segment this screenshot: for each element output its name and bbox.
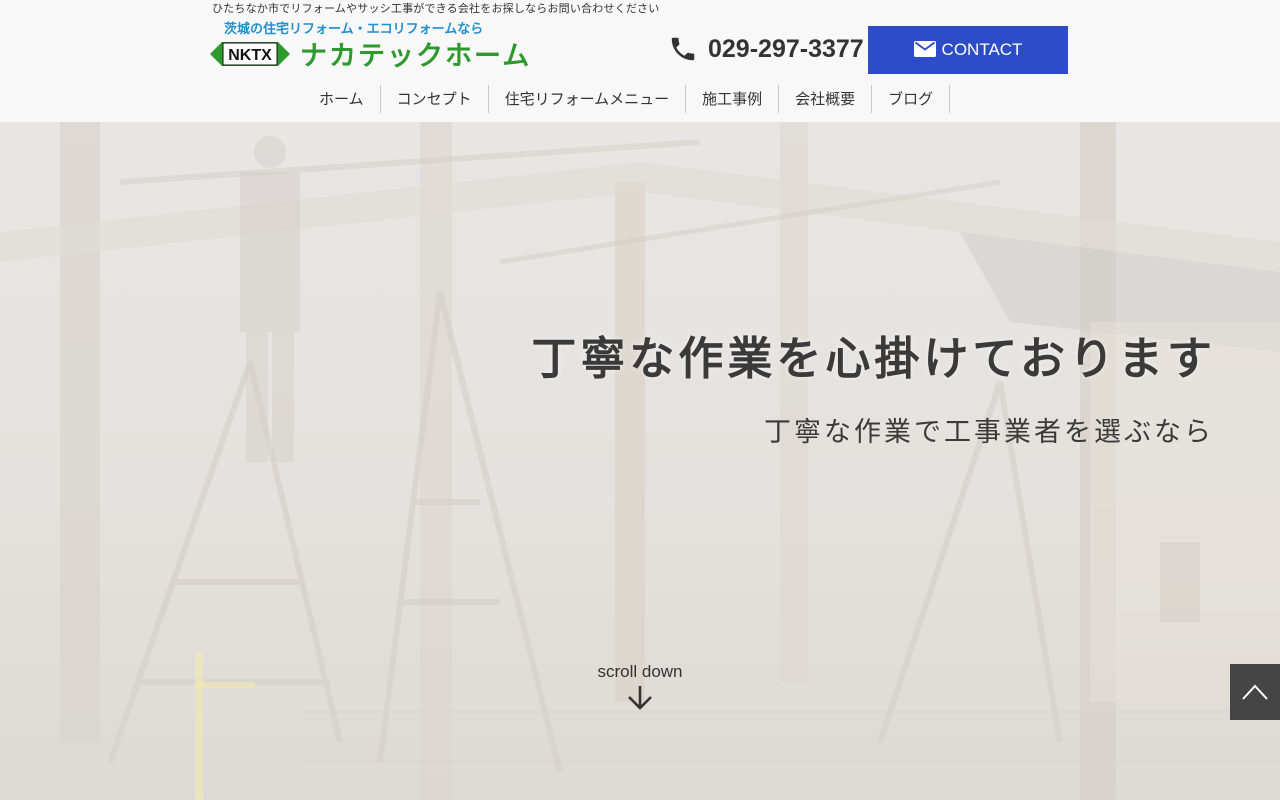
nav-item-reform-menu[interactable]: 住宅リフォームメニュー bbox=[489, 85, 687, 113]
arrow-down-icon bbox=[628, 686, 652, 710]
logo-mark-text: NKTX bbox=[228, 47, 272, 64]
scroll-down-link[interactable]: scroll down bbox=[580, 662, 700, 712]
logo-name: ナカテックホーム bbox=[300, 41, 532, 72]
nav-item-concept[interactable]: コンセプト bbox=[381, 85, 489, 113]
nav-item-works[interactable]: 施工事例 bbox=[686, 85, 780, 113]
hero-section: 丁寧な作業を心掛けております 丁寧な作業で工事業者を選ぶなら scroll do… bbox=[0, 122, 1280, 800]
contact-button-label: CONTACT bbox=[941, 40, 1023, 59]
hero-subtitle: 丁寧な作業で工事業者を選ぶなら bbox=[764, 417, 1214, 448]
contact-button[interactable]: CONTACT bbox=[868, 26, 1068, 74]
chevron-up-icon bbox=[1242, 684, 1268, 700]
phone-number: 029-297-3377 bbox=[708, 34, 864, 63]
nav-item-company[interactable]: 会社概要 bbox=[779, 85, 873, 113]
nav-item-blog[interactable]: ブログ bbox=[872, 85, 951, 113]
site-logo[interactable]: 茨城の住宅リフォーム・エコリフォームなら NKTX ナカテックホーム bbox=[210, 14, 560, 72]
scroll-down-label: scroll down bbox=[597, 662, 683, 681]
hero-title: 丁寧な作業を心掛けております bbox=[531, 332, 1216, 385]
site-header: ひたちなか市でリフォームやサッシ工事ができる会社をお探しならお問い合わせください… bbox=[0, 0, 1280, 122]
nav-item-home[interactable]: ホーム bbox=[303, 85, 381, 113]
global-nav: ホーム コンセプト 住宅リフォームメニュー 施工事例 会社概要 ブログ bbox=[303, 85, 951, 113]
mail-icon bbox=[913, 40, 936, 57]
phone-contact[interactable]: 029-297-3377 bbox=[668, 34, 864, 64]
phone-icon bbox=[671, 37, 695, 61]
page-top-button[interactable] bbox=[1230, 664, 1280, 720]
logo-mark-icon: NKTX bbox=[210, 42, 290, 66]
